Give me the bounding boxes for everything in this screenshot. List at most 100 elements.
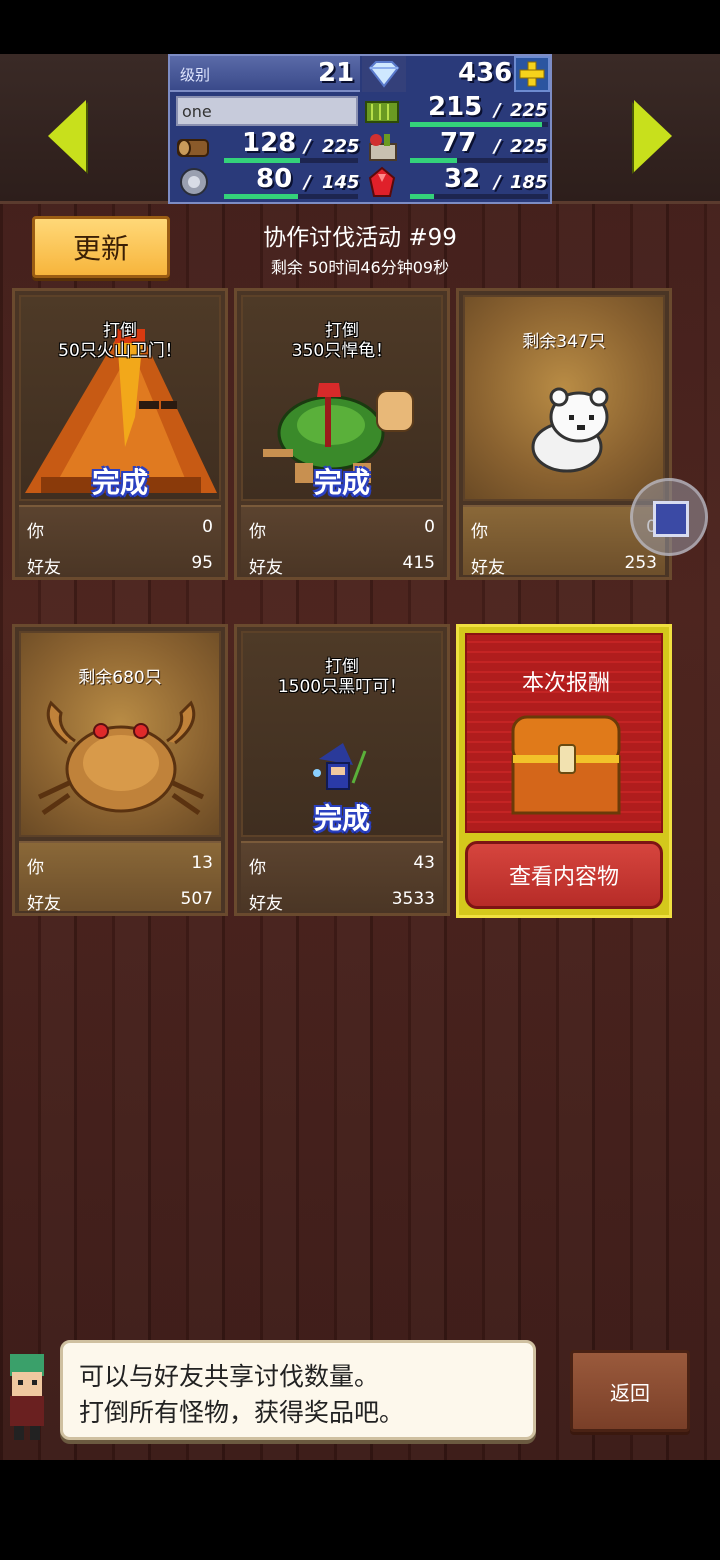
stone-value: 80 [256,164,293,194]
monster-art [463,295,665,501]
dialog-line2: 打倒所有怪物，获得奖品吧。 [79,1398,405,1427]
navigation-bar [0,1460,720,1560]
complete-label: 完成 [91,466,148,499]
you-label: 你 [249,522,266,542]
game-screen: 级别 21 436 one 215 / 225 128 / 225 77 / 2… [0,54,720,1460]
complete-label: 完成 [313,802,370,835]
player-name: one [182,102,212,121]
stone-max: 145 [322,172,360,193]
complete-label: 完成 [313,466,370,499]
friends-row: 好友 95 [27,553,213,578]
food-value: 77 [440,128,477,158]
friends-label: 好友 [249,558,283,578]
you-row: 你 43 [249,853,435,878]
wood-log-icon [177,139,209,157]
food-bar [410,158,548,163]
remaining-count: 剩余347只 [522,332,606,352]
event-time-left: 剩余 50时间46分钟09秒 [270,258,450,277]
friends-count: 3533 [391,889,435,909]
food-max: 225 [510,136,548,157]
you-row: 你0 [27,517,213,542]
view-contents-button[interactable]: 查看内容物 [465,841,663,909]
food-icon [369,134,397,161]
friends-row: 好友 3533 [249,889,435,914]
kill-counts: 你 43 好友 3533 [241,841,443,914]
you-count: 0 [424,517,435,537]
you-row: 你0 [471,517,657,542]
back-button[interactable]: 返回 [570,1350,690,1432]
kill-counts: 你0 好友 415 [241,505,443,578]
you-label: 你 [27,522,44,542]
floating-menu-button[interactable] [630,478,708,556]
level-value: 21 [318,58,355,88]
friends-label: 好友 [27,894,61,914]
add-gems-button[interactable] [514,56,550,92]
friends-label: 好友 [471,558,505,578]
diamond-icon [368,61,400,88]
prev-arrow-icon[interactable] [48,100,86,172]
treasure-chest-icon [511,715,621,815]
friends-count: 415 [402,553,435,573]
stone-bar [224,194,358,199]
goal-line2: 50只火山卫门！ [58,341,182,361]
kill-counts: 你 13 好友 507 [19,841,221,914]
dialog-line1: 可以与好友共享讨伐数量。 [79,1362,380,1391]
grass-value: 215 [428,92,483,122]
grass-bar [410,122,548,127]
wood-max: 225 [322,136,360,157]
you-label: 你 [27,858,44,878]
cube-icon [653,501,689,537]
ruby-max: 185 [510,172,548,193]
goal-line2: 350只悍龟！ [291,341,393,361]
ruby-icon [368,166,396,197]
ruby-value: 32 [444,164,481,194]
friends-label: 好友 [249,894,283,914]
stone-separator: / [304,172,311,193]
refresh-button[interactable]: 更新 [32,216,170,278]
food-separator: / [494,136,501,157]
monster-card-wizard[interactable]: 打倒 1500只黑叮可！ 完成 你 43 好友 3533 [234,624,450,916]
reward-card: 本次报酬 查看内容物 [456,624,672,918]
plus-icon [519,61,545,87]
ruby-separator: / [494,172,501,193]
remaining-count: 剩余680只 [78,668,162,688]
friends-row: 好友 507 [27,889,213,914]
kill-counts: 你0 好友 95 [19,505,221,578]
grass-separator: / [494,100,501,121]
stone-icon [180,168,208,196]
ruby-bar-fill [410,194,434,199]
monster-card-turtle[interactable]: 打倒 350只悍龟！ 完成 你0 好友 415 [234,288,450,580]
stone-bar-fill [224,194,298,199]
event-title: 协作讨伐活动 #99 [263,225,457,251]
ruby-bar [410,194,548,199]
goal-line2: 1500只黑叮可！ [277,677,407,697]
friends-row: 好友 415 [249,553,435,578]
gem-icon-box [362,56,406,92]
monster-card-crab[interactable]: 剩余680只 你 13 好友 507 [12,624,228,916]
wood-value: 128 [242,128,297,158]
monster-art [19,631,221,837]
you-label: 你 [471,522,488,542]
friends-row: 好友 253 [471,553,657,578]
grass-bar-fill [410,122,542,127]
you-row: 你 13 [27,853,213,878]
friends-count: 95 [191,553,213,573]
goal-line1: 打倒 [103,321,137,341]
resource-header: 级别 21 436 one 215 / 225 128 / 225 77 / 2… [0,54,720,204]
dialog-bubble: 可以与好友共享讨伐数量。 打倒所有怪物，获得奖品吧。 [60,1340,536,1440]
food-bar-fill [410,158,458,163]
npc-guide-icon [10,1354,44,1440]
wood-bar-fill [224,158,301,163]
next-arrow-icon[interactable] [634,100,672,172]
stats-panel: 级别 21 436 one 215 / 225 128 / 225 77 / 2… [168,54,552,204]
you-count: 13 [191,853,213,873]
monster-card-volcano[interactable]: 打倒 50只火山卫门！ 完成 你0 好友 95 [12,288,228,580]
grass-max: 225 [510,100,548,121]
gems-value: 436 [458,58,513,88]
you-label: 你 [249,858,266,878]
level-label: 级别 [180,66,211,84]
you-count: 43 [413,853,435,873]
reward-panel: 本次报酬 [465,633,663,833]
wood-bar [224,158,358,163]
you-row: 你0 [249,517,435,542]
